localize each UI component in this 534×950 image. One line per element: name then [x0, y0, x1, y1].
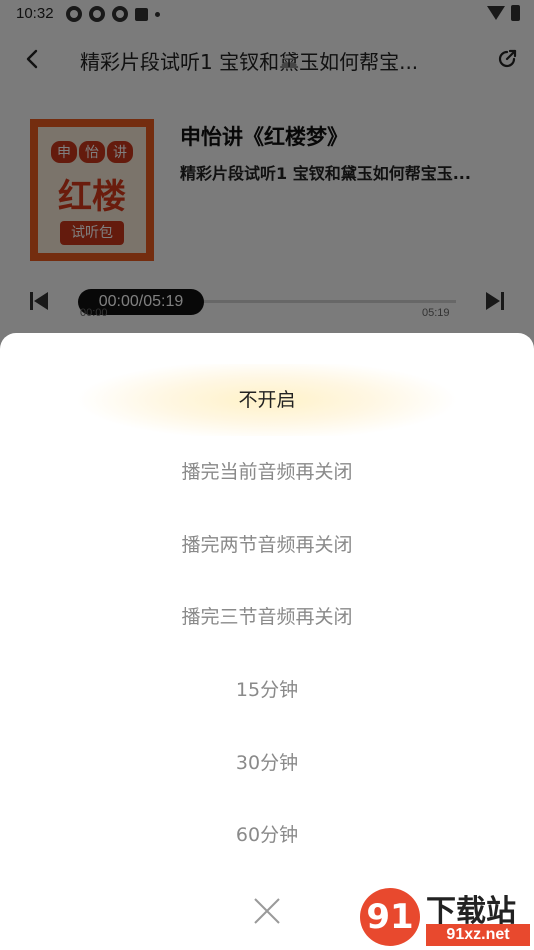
option-after-two[interactable]: 播完两节音频再关闭 [0, 509, 534, 581]
option-after-current[interactable]: 播完当前音频再关闭 [0, 436, 534, 508]
option-60-min[interactable]: 60分钟 [0, 799, 534, 871]
option-off[interactable]: 不开启 [0, 364, 534, 436]
close-icon[interactable] [252, 896, 282, 926]
watermark: 91 下载站 91xz.net [360, 884, 532, 948]
option-after-three[interactable]: 播完三节音频再关闭 [0, 581, 534, 653]
watermark-logo: 91 [360, 888, 420, 946]
watermark-site: 91xz.net [426, 924, 530, 946]
option-15-min[interactable]: 15分钟 [0, 654, 534, 726]
option-30-min[interactable]: 30分钟 [0, 727, 534, 799]
